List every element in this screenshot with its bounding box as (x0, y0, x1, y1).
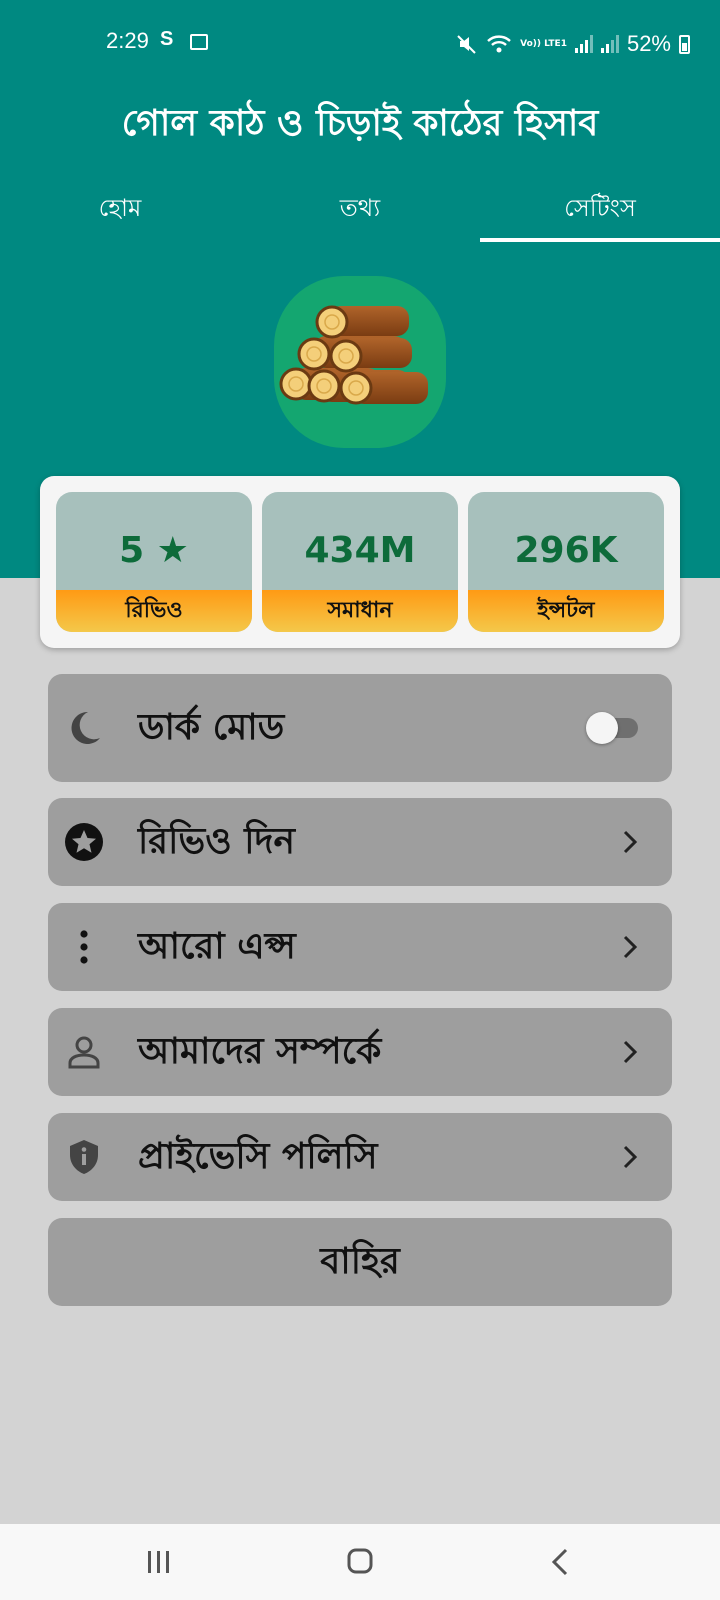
back-nav-icon[interactable] (530, 1540, 590, 1584)
more-apps-row[interactable]: আরো এপ্স (48, 903, 672, 991)
about-row[interactable]: আমাদের সম্পর্কে (48, 1008, 672, 1096)
recent-apps-icon[interactable] (128, 1540, 188, 1584)
exit-button[interactable]: বাহির (48, 1218, 672, 1306)
stats-card: 5 ★ রিভিও 434M সমাধান 296K ইন্সটল (40, 476, 680, 648)
stat-installs-label: ইন্সটল (468, 590, 664, 632)
tab-info[interactable]: তথ্য (240, 180, 480, 242)
stat-solutions-value: 434M (304, 530, 416, 571)
battery-icon (679, 34, 690, 54)
toggle-knob (586, 712, 618, 744)
battery-percent: 52% (626, 31, 671, 56)
stat-reviews-label: রিভিও (56, 590, 252, 632)
review-row[interactable]: রিভিও দিন (48, 798, 672, 886)
wifi-icon (487, 35, 511, 53)
person-icon (68, 1036, 100, 1069)
app-logo (274, 276, 446, 448)
stat-solutions-label: সমাধান (262, 590, 458, 632)
review-label: রিভিও দিন (138, 821, 295, 862)
mute-icon (457, 35, 476, 54)
tab-bar: হোম তথ্য সেটিংস (0, 180, 720, 242)
more-apps-label: আরো এপ্স (138, 926, 296, 967)
privacy-label: প্রাইভেসি পলিসি (138, 1136, 378, 1177)
signal-2-icon (600, 35, 619, 53)
tab-settings[interactable]: সেটিংস (480, 180, 720, 242)
stat-reviews-value: 5 ★ (119, 530, 189, 571)
moon-icon (71, 711, 100, 744)
chevron-right-icon (623, 935, 638, 959)
dark-mode-label: ডার্ক মোড (138, 707, 285, 748)
privacy-row[interactable]: প্রাইভেসি পলিসি (48, 1113, 672, 1201)
signal-1-icon (574, 35, 593, 53)
stat-installs-value: 296K (514, 530, 618, 571)
stat-solutions: 434M সমাধান (262, 492, 458, 632)
dark-mode-row[interactable]: ডার্ক মোড (48, 674, 672, 782)
star-circle-icon (65, 823, 103, 861)
chevron-right-icon (623, 830, 638, 854)
logs-icon (279, 305, 428, 405)
shield-info-icon (70, 1140, 98, 1174)
stat-reviews: 5 ★ রিভিও (56, 492, 252, 632)
volte-indicator: Vo)) LTE1 (520, 38, 567, 49)
about-label: আমাদের সম্পর্কে (138, 1031, 382, 1072)
chevron-right-icon (623, 1145, 638, 1169)
exit-label: বাহির (320, 1241, 400, 1282)
status-bar: 2:29 S Vo)) LTE1 52% (0, 0, 720, 88)
app-title: গোল কাঠ ও চিড়াই কাঠের হিসাব (121, 103, 599, 144)
chevron-right-icon (623, 1040, 638, 1064)
status-time: 2:29 (106, 28, 149, 53)
home-nav-icon[interactable] (330, 1540, 390, 1584)
gallery-notification-icon (190, 34, 208, 50)
status-s-indicator: S (160, 28, 174, 50)
stat-installs: 296K ইন্সটল (468, 492, 664, 632)
tab-home[interactable]: হোম (0, 180, 240, 242)
status-right-group: Vo)) LTE1 52% (456, 24, 690, 64)
more-vertical-icon (80, 930, 88, 964)
dark-mode-toggle[interactable] (586, 712, 638, 744)
system-nav-bar (0, 1524, 720, 1600)
